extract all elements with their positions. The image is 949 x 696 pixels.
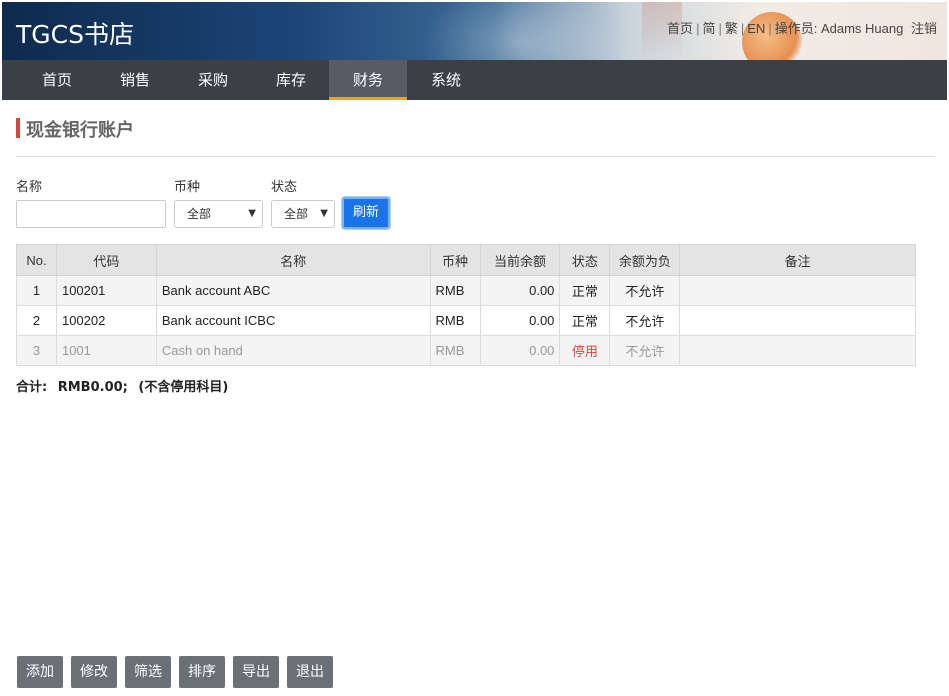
chevron-down-icon: ▼ xyxy=(248,208,256,219)
exit-button[interactable]: 退出 xyxy=(287,656,333,688)
col-header-status[interactable]: 状态 xyxy=(559,244,611,276)
refresh-button[interactable]: 刷新 xyxy=(342,197,390,229)
table-row[interactable]: 3 1001 Cash on hand RMB 0.00 停用 不允许 xyxy=(16,335,916,366)
cell-status: 停用 xyxy=(559,335,611,366)
currency-select-value: 全部 xyxy=(187,207,212,221)
summary: 合计: RMB0.00; (不含停用科目) xyxy=(16,376,234,395)
summary-total: RMB0.00; xyxy=(57,380,128,395)
nav-item-sales[interactable]: 销售 xyxy=(96,60,174,100)
app-title: TGCS书店 xyxy=(16,20,134,49)
nav-item-purchase[interactable]: 采购 xyxy=(174,60,252,100)
col-header-note[interactable]: 备注 xyxy=(679,244,916,276)
currency-filter-label: 币种 xyxy=(174,180,201,195)
cell-code: 100201 xyxy=(55,275,157,306)
top-link-home[interactable]: 首页 xyxy=(667,21,693,36)
cell-code: 1001 xyxy=(55,335,157,366)
summary-note: (不含停用科目) xyxy=(138,380,229,395)
cell-currency: RMB xyxy=(429,305,481,336)
main-nav: 首页 销售 采购 库存 财务 系统 xyxy=(2,60,947,100)
add-button[interactable]: 添加 xyxy=(17,656,63,688)
export-button[interactable]: 导出 xyxy=(233,656,279,688)
nav-item-system[interactable]: 系统 xyxy=(407,60,485,100)
operator-name: Adams Huang xyxy=(820,21,904,36)
top-links: 首页 | 简 | 繁 | EN | 操作员: Adams Huang 注销 xyxy=(667,21,937,36)
col-header-code[interactable]: 代码 xyxy=(55,244,157,276)
cell-note xyxy=(679,335,916,366)
banner-decoration xyxy=(422,2,622,60)
cell-no: 2 xyxy=(16,305,57,336)
top-link-english[interactable]: EN xyxy=(747,21,765,36)
sort-button[interactable]: 排序 xyxy=(179,656,225,688)
title-accent-bar xyxy=(16,118,20,138)
chevron-down-icon: ▼ xyxy=(320,208,328,219)
col-header-no[interactable]: No. xyxy=(16,244,57,276)
cell-balance: 0.00 xyxy=(479,305,561,336)
col-header-balance[interactable]: 当前余额 xyxy=(479,244,561,276)
cell-name: Cash on hand xyxy=(155,335,431,366)
top-link-simplified[interactable]: 简 xyxy=(702,21,715,36)
currency-select[interactable]: 全部 ▼ xyxy=(174,200,263,228)
cell-name: Bank account ABC xyxy=(155,275,431,306)
cell-status: 正常 xyxy=(559,275,611,306)
status-select-value: 全部 xyxy=(284,207,309,221)
cell-note xyxy=(679,275,916,306)
cell-currency: RMB xyxy=(429,335,481,366)
cell-negative: 不允许 xyxy=(609,335,681,366)
col-header-name[interactable]: 名称 xyxy=(155,244,431,276)
cell-balance: 0.00 xyxy=(479,275,561,306)
table-header-row: No. 代码 名称 币种 当前余额 状态 余额为负 备注 xyxy=(16,244,916,276)
cell-code: 100202 xyxy=(55,305,157,336)
cell-balance: 0.00 xyxy=(479,335,561,366)
page-title: 现金银行账户 xyxy=(26,120,134,141)
table-row[interactable]: 1 100201 Bank account ABC RMB 0.00 正常 不允… xyxy=(16,275,916,306)
divider xyxy=(16,156,935,157)
edit-button[interactable]: 修改 xyxy=(71,656,117,688)
table-row[interactable]: 2 100202 Bank account ICBC RMB 0.00 正常 不… xyxy=(16,305,916,336)
name-filter-label: 名称 xyxy=(16,180,43,195)
status-filter-label: 状态 xyxy=(271,180,298,195)
header-banner: TGCS书店 首页 | 简 | 繁 | EN | 操作员: Adams Huang 注销 xyxy=(2,2,947,60)
cell-no: 3 xyxy=(16,335,57,366)
cell-name: Bank account ICBC xyxy=(155,305,431,336)
nav-item-inventory[interactable]: 库存 xyxy=(252,60,330,100)
cell-status: 正常 xyxy=(559,305,611,336)
logout-link[interactable]: 注销 xyxy=(911,21,937,36)
nav-item-finance[interactable]: 财务 xyxy=(329,60,407,100)
col-header-currency[interactable]: 币种 xyxy=(429,244,481,276)
summary-label: 合计: xyxy=(16,380,48,395)
filter-button[interactable]: 筛选 xyxy=(125,656,171,688)
top-link-traditional[interactable]: 繁 xyxy=(725,21,738,36)
col-header-negative[interactable]: 余额为负 xyxy=(609,244,681,276)
operator-label: 操作员: xyxy=(774,21,818,36)
cell-currency: RMB xyxy=(429,275,481,306)
status-select[interactable]: 全部 ▼ xyxy=(271,200,335,228)
name-filter-input[interactable] xyxy=(16,200,166,228)
cell-note xyxy=(679,305,916,336)
cell-no: 1 xyxy=(16,275,57,306)
accounts-table: No. 代码 名称 币种 当前余额 状态 余额为负 备注 1 100201 Ba… xyxy=(16,244,916,366)
cell-negative: 不允许 xyxy=(609,305,681,336)
cell-negative: 不允许 xyxy=(609,275,681,306)
nav-item-home[interactable]: 首页 xyxy=(18,60,96,100)
